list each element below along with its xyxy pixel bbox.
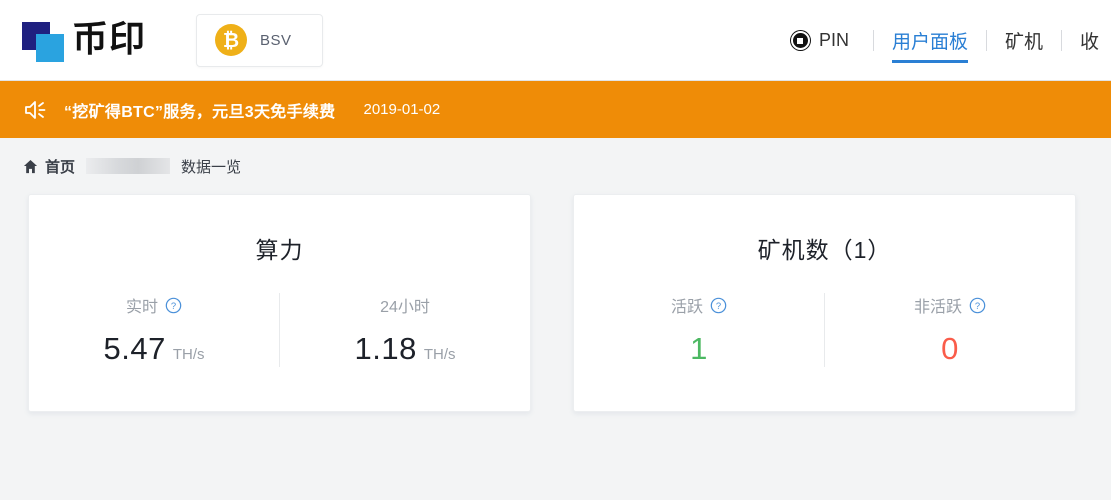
metric-unit: TH/s — [172, 346, 205, 363]
metric-number: 5.47 — [103, 331, 166, 366]
metric-label: 活跃 ? — [671, 293, 727, 317]
logo-square-light — [36, 34, 64, 62]
nav-item-earnings[interactable]: 收 — [1080, 0, 1099, 81]
card-miner-count: 矿机数（1） 活跃 ? 1 非活跃 ? 0 — [573, 194, 1076, 412]
card-title: 矿机数（1） — [757, 237, 892, 263]
nav-item-pin[interactable]: PIN — [789, 30, 849, 51]
bitcoin-coin-icon: ₿ — [215, 24, 248, 56]
main-navigation: PIN 用户面板 矿机 收 — [789, 0, 1111, 81]
help-icon[interactable]: ? — [969, 297, 986, 314]
metric-realtime-hashrate: 实时 ? 5.47 TH/s — [29, 293, 279, 367]
announcement-banner[interactable]: “挖矿得BTC”服务，元旦3天免手续费 2019-01-02 — [0, 81, 1111, 138]
metric-label: 非活跃 ? — [914, 293, 986, 317]
metric-unit: TH/s — [423, 346, 456, 363]
nav-item-miners[interactable]: 矿机 — [1005, 0, 1043, 81]
stat-cards-row: 算力 实时 ? 5.47 TH/s 24小时 1.18 TH/s 矿机数（1） … — [0, 194, 1111, 412]
metric-active-miners: 活跃 ? 1 — [574, 293, 824, 367]
site-header: 币印 ₿ BSV PIN 用户面板 矿机 收 — [0, 0, 1111, 81]
help-icon[interactable]: ? — [165, 297, 182, 314]
metric-label-text: 实时 — [125, 299, 158, 316]
breadcrumb-item-overview: 数据一览 — [181, 158, 242, 176]
announcement-date: 2019-01-02 — [363, 101, 441, 118]
pin-circle-icon — [789, 30, 811, 51]
logo-squares-icon — [22, 20, 68, 62]
brand-logo[interactable]: 币印 — [22, 19, 147, 62]
help-icon[interactable]: ? — [710, 297, 727, 314]
metric-number: 1 — [690, 331, 708, 366]
metric-label-text: 活跃 — [670, 299, 703, 316]
breadcrumb-item-home[interactable]: 首页 — [45, 156, 75, 177]
nav-pin-label: PIN — [818, 30, 849, 50]
metric-label: 实时 ? — [126, 293, 182, 317]
logo-wordmark: 币印 — [72, 19, 147, 60]
card-title: 算力 — [255, 237, 304, 263]
metric-number: 0 — [941, 331, 959, 366]
metric-value: 1 — [690, 331, 708, 367]
metric-label-text: 24小时 — [380, 299, 430, 316]
card-metrics: 实时 ? 5.47 TH/s 24小时 1.18 TH/s — [29, 293, 530, 367]
svg-text:?: ? — [716, 300, 721, 311]
metric-value: 0 — [941, 331, 959, 367]
breadcrumb-redacted-block — [86, 158, 171, 174]
nav-divider — [985, 30, 987, 51]
metric-value: 5.47 TH/s — [103, 331, 204, 367]
nav-item-user-panel[interactable]: 用户面板 — [891, 0, 968, 81]
metric-label-text: 非活跃 — [913, 299, 962, 316]
metric-number: 1.18 — [354, 331, 417, 366]
nav-divider — [1060, 30, 1062, 51]
metric-label: 24小时 — [380, 293, 430, 317]
card-metrics: 活跃 ? 1 非活跃 ? 0 — [574, 293, 1075, 367]
coin-selector-label: BSV — [260, 31, 292, 49]
svg-text:?: ? — [171, 300, 176, 311]
home-icon — [23, 159, 38, 173]
coin-selector[interactable]: ₿ BSV — [196, 13, 324, 67]
svg-text:?: ? — [975, 300, 980, 311]
metric-value: 1.18 TH/s — [354, 331, 455, 367]
nav-divider — [872, 30, 874, 51]
announcement-text: “挖矿得BTC”服务，元旦3天免手续费 — [64, 103, 336, 121]
metric-inactive-miners: 非活跃 ? 0 — [824, 293, 1075, 367]
metric-24h-hashrate: 24小时 1.18 TH/s — [279, 293, 530, 367]
card-hashrate: 算力 实时 ? 5.47 TH/s 24小时 1.18 TH/s — [28, 194, 531, 412]
speaker-icon — [25, 100, 46, 119]
breadcrumb: 首页 数据一览 — [0, 138, 1111, 194]
